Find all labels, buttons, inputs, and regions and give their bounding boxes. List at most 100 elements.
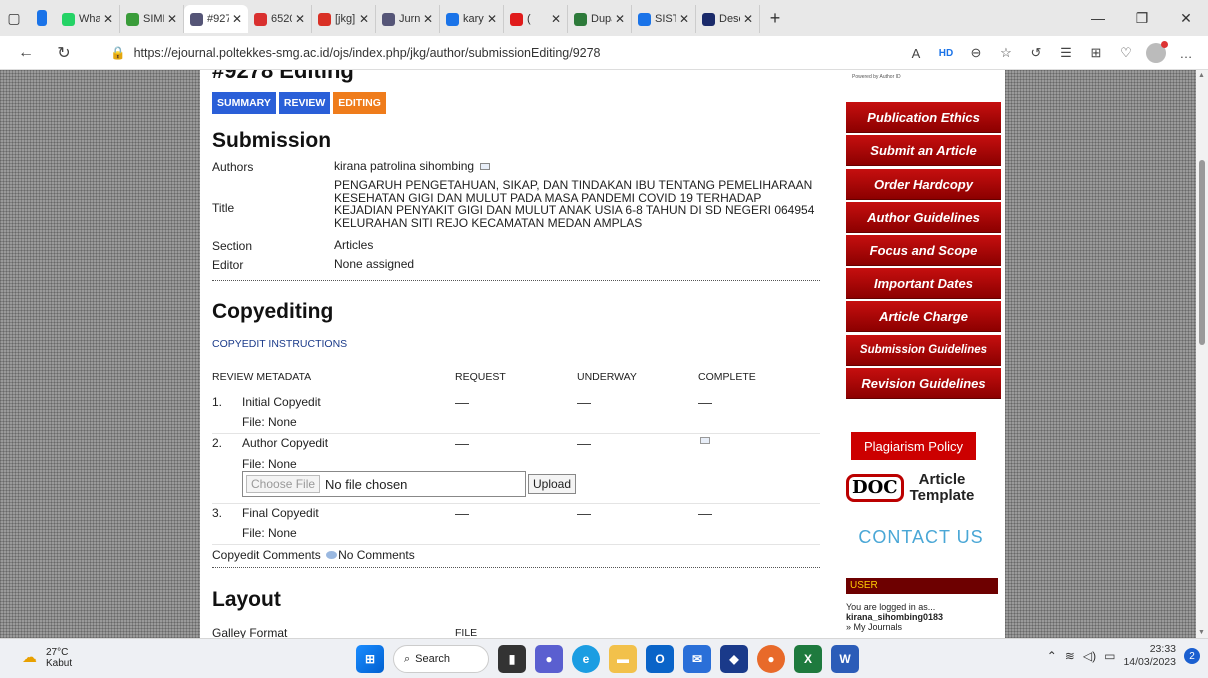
menu-important-dates[interactable]: Important Dates <box>846 268 1001 298</box>
edge-icon[interactable]: e <box>572 645 600 673</box>
wifi-icon[interactable]: ≋ <box>1065 649 1075 663</box>
close-tab-icon[interactable]: ✕ <box>167 12 177 26</box>
user-block: You are logged in as... kirana_sihombing… <box>846 602 998 632</box>
chat-icon[interactable]: ● <box>535 645 563 673</box>
collections-icon[interactable]: ⊞ <box>1086 45 1106 61</box>
browser-tab[interactable]: karya✕ <box>440 5 504 33</box>
browser-tab[interactable]: Jurnal✕ <box>376 5 440 33</box>
article-template-link[interactable]: DOC Article Template <box>846 466 996 510</box>
close-tab-icon[interactable]: ✕ <box>679 12 689 26</box>
menu-author-guidelines[interactable]: Author Guidelines <box>846 202 1001 232</box>
menu-publication-ethics[interactable]: Publication Ethics <box>846 102 1001 132</box>
browser-tab[interactable]: 6520-✕ <box>248 5 312 33</box>
comment-bubble-icon[interactable] <box>326 551 338 559</box>
firefox-icon[interactable]: ● <box>757 645 785 673</box>
weather-icon: ☁ <box>22 649 37 666</box>
weather-widget[interactable]: ☁ 27°C Kabut <box>22 647 72 669</box>
profile-avatar[interactable] <box>1146 41 1168 63</box>
menu-article-charge[interactable]: Article Charge <box>846 301 1001 331</box>
layout-heading: Layout <box>212 588 281 611</box>
browser-tab[interactable]: Dupak✕ <box>568 5 632 33</box>
outlook-icon[interactable]: O <box>646 645 674 673</box>
restore-button[interactable]: ❐ <box>1120 0 1164 36</box>
menu-focus-scope[interactable]: Focus and Scope <box>846 235 1001 265</box>
task-view-icon[interactable]: ▮ <box>498 645 526 673</box>
volume-icon[interactable]: ◁) <box>1083 649 1096 663</box>
battery-icon[interactable]: ▭ <box>1104 649 1115 663</box>
page-scrollbar[interactable]: ▲ ▼ <box>1196 70 1208 638</box>
browser-essentials-icon[interactable]: ♡ <box>1116 45 1136 61</box>
upload-button[interactable]: Upload <box>528 474 577 494</box>
plagiarism-policy-button[interactable]: Plagiarism Policy <box>851 432 976 460</box>
minimize-button[interactable]: — <box>1076 0 1120 36</box>
browser-tab[interactable]: [jkg] S✕ <box>312 5 376 33</box>
choose-file-button[interactable]: Choose File <box>246 475 321 493</box>
browser-tab[interactable]: (✕ <box>504 5 568 33</box>
file-explorer-icon[interactable]: ▬ <box>609 645 637 673</box>
close-tab-icon[interactable]: ✕ <box>295 12 305 26</box>
close-tab-icon[interactable]: ✕ <box>743 12 753 26</box>
favorite-icon[interactable]: ☆ <box>996 45 1016 61</box>
comments-value: No Comments <box>338 548 415 562</box>
more-icon[interactable]: … <box>1176 46 1196 61</box>
taskbar-search[interactable]: ⌕ Search <box>393 645 489 673</box>
start-icon[interactable]: ⊞ <box>356 645 384 673</box>
scrollbar-thumb[interactable] <box>1199 160 1205 345</box>
mail-icon[interactable]: ✉ <box>683 645 711 673</box>
close-tab-icon[interactable]: ✕ <box>103 12 113 26</box>
comments-label: Copyedit Comments <box>212 548 321 562</box>
excel-icon[interactable]: X <box>794 645 822 673</box>
file-chooser[interactable]: Choose File No file chosen <box>242 471 526 497</box>
url-field[interactable]: 🔒 https://ejournal.poltekkes-smg.ac.id/o… <box>110 41 830 65</box>
dropbox-icon[interactable]: ◆ <box>720 645 748 673</box>
close-tab-icon[interactable]: ✕ <box>487 12 497 26</box>
close-tab-icon[interactable]: ✕ <box>615 12 625 26</box>
reader-icon[interactable]: HD <box>936 48 956 59</box>
browser-tab[interactable]: Descri✕ <box>696 5 760 33</box>
contact-us-link[interactable]: CONTACT US <box>846 515 996 559</box>
refresh-button[interactable]: ↻ <box>50 43 78 63</box>
browser-tab[interactable]: SISTER✕ <box>632 5 696 33</box>
close-tab-icon[interactable]: ✕ <box>423 12 433 26</box>
close-tab-icon[interactable]: ✕ <box>232 12 242 26</box>
show-hidden-icons-icon[interactable]: ⌃ <box>1047 649 1057 663</box>
browser-tab[interactable]: #9278✕ <box>184 5 248 33</box>
menu-order-hardcopy[interactable]: Order Hardcopy <box>846 169 1001 199</box>
row-number: 1. <box>212 395 223 409</box>
tab-label: Whats <box>79 13 100 25</box>
tab-editing[interactable]: EDITING <box>333 92 386 114</box>
workspaces-icon[interactable] <box>28 0 56 36</box>
scroll-down-icon[interactable]: ▼ <box>1198 629 1205 636</box>
menu-submission-guidelines[interactable]: Submission Guidelines <box>846 335 1001 365</box>
zoom-icon[interactable]: ⊖ <box>966 45 986 61</box>
author-id-logo: Powered by Author ID <box>846 70 996 84</box>
new-tab-button[interactable]: + <box>760 8 790 29</box>
row-divider <box>212 433 820 434</box>
close-tab-icon[interactable]: ✕ <box>551 12 561 26</box>
tab-actions-icon[interactable]: ▢ <box>0 0 28 36</box>
back-button[interactable]: ← <box>12 44 40 62</box>
notification-badge[interactable]: 2 <box>1184 648 1200 664</box>
menu-submit-article[interactable]: Submit an Article <box>846 135 1001 165</box>
menu-revision-guidelines[interactable]: Revision Guidelines <box>846 368 1001 398</box>
divider <box>212 280 820 281</box>
browser-tab[interactable]: Whats✕ <box>56 5 120 33</box>
email-complete-icon[interactable] <box>700 437 710 444</box>
clock[interactable]: 23:33 14/03/2023 <box>1123 643 1176 669</box>
read-aloud-icon[interactable]: A <box>906 46 926 61</box>
close-window-button[interactable]: ✕ <box>1164 0 1208 36</box>
favorites-bar-icon[interactable]: ☰ <box>1056 45 1076 61</box>
browser-tab[interactable]: SIMLIT✕ <box>120 5 184 33</box>
word-icon[interactable]: W <box>831 645 859 673</box>
email-author-icon[interactable] <box>480 163 491 170</box>
tab-review[interactable]: REVIEW <box>278 92 331 114</box>
my-journals-link[interactable]: » My Journals <box>846 622 998 632</box>
copyedit-instructions-link[interactable]: COPYEDIT INSTRUCTIONS <box>212 338 347 350</box>
refresh-extension-icon[interactable]: ↺ <box>1026 45 1046 61</box>
tab-summary[interactable]: SUMMARY <box>212 92 276 114</box>
scroll-up-icon[interactable]: ▲ <box>1198 72 1205 79</box>
col-complete: COMPLETE <box>698 371 756 383</box>
close-tab-icon[interactable]: ✕ <box>359 12 369 26</box>
review-metadata-link[interactable]: REVIEW METADATA <box>212 371 311 383</box>
submission-heading: Submission <box>212 129 332 152</box>
